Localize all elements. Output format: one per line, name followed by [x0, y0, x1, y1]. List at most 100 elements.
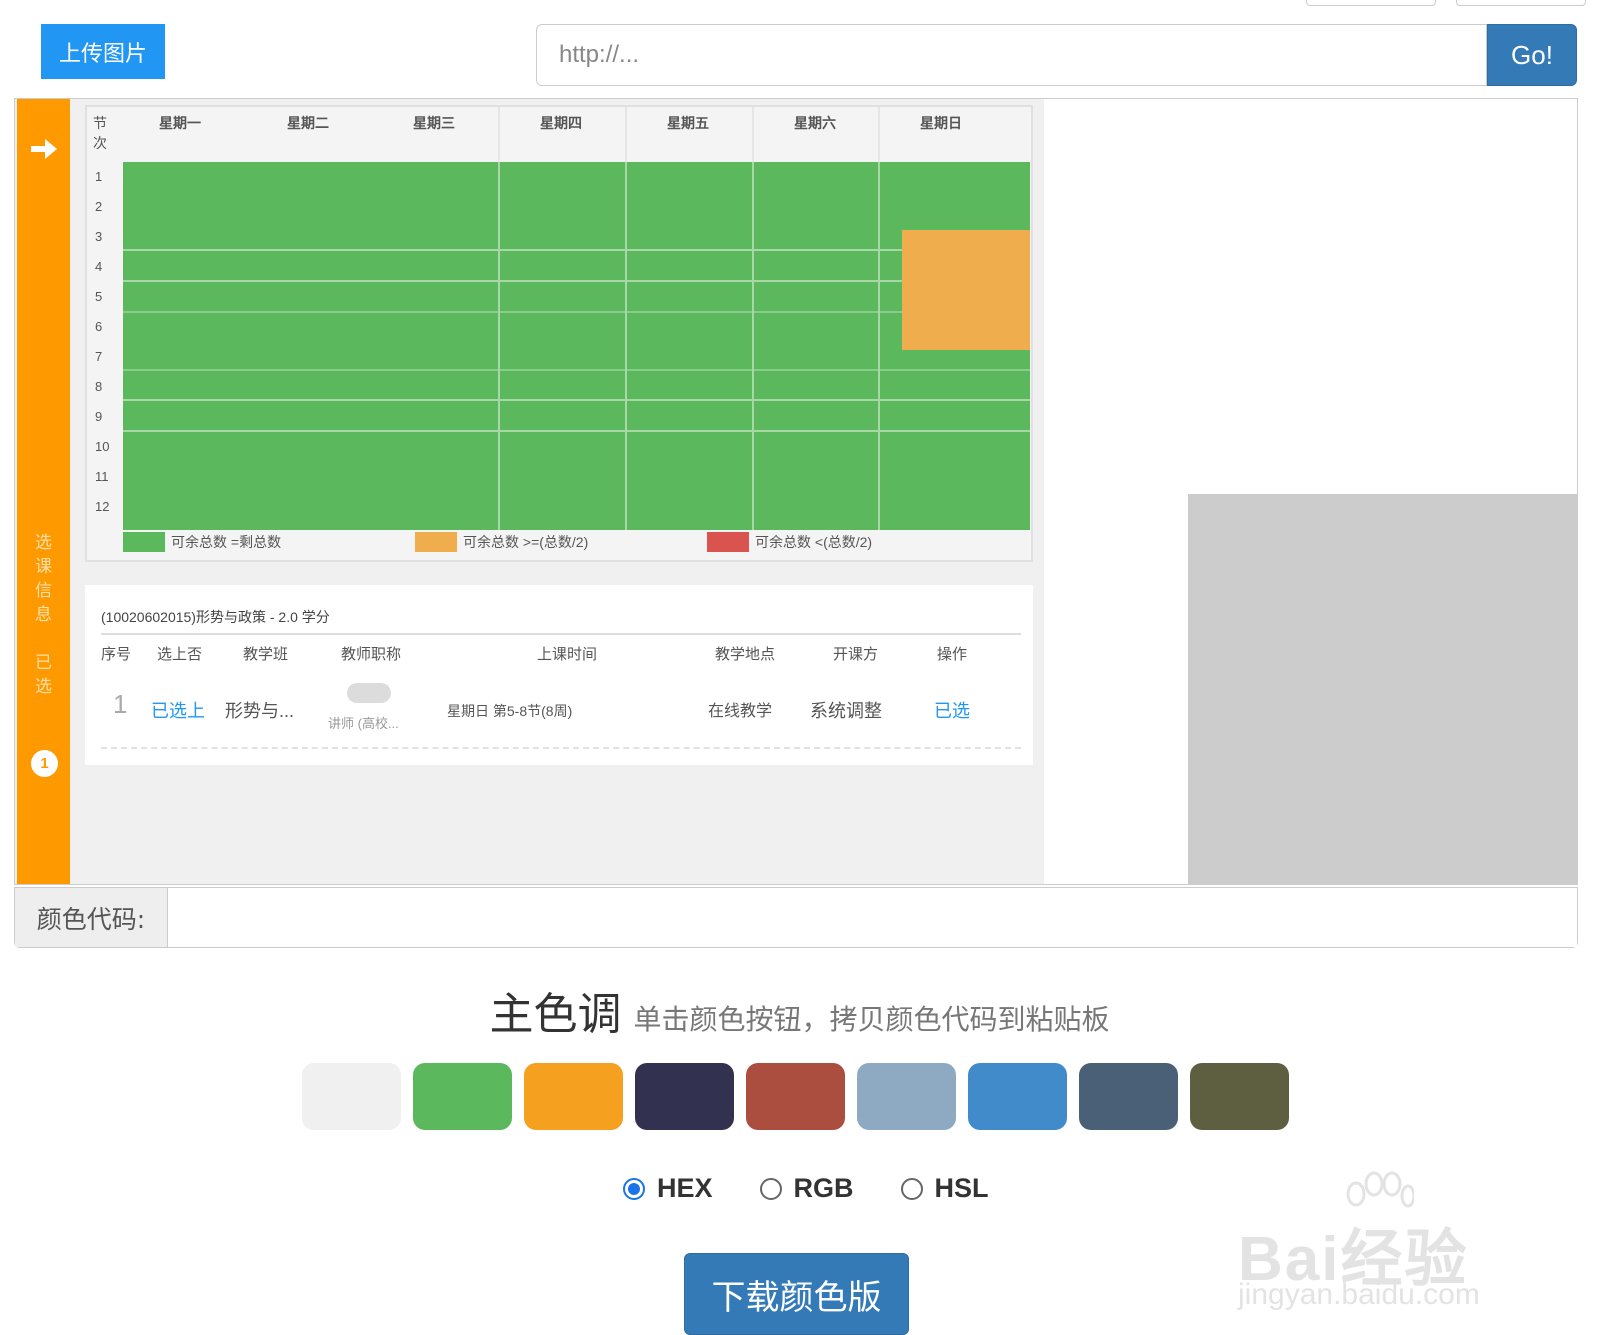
uploaded-image[interactable]: 选课信息 已选 1 节次星期一 星期二 星期三 星期四 星期五 星期六 星期日 1 2 3 4 5 6 7… — [15, 99, 1044, 884]
color-preview — [1188, 494, 1577, 884]
heading-main: 主色调 — [489, 989, 622, 1040]
partial-availability-cell — [902, 230, 1030, 350]
legend-swatch — [415, 532, 457, 552]
row-teacher-title: 讲师 (高校... — [328, 716, 399, 731]
download-palette-button[interactable]: 下载颜色版 — [684, 1253, 909, 1335]
go-button[interactable]: Go! — [1487, 24, 1577, 86]
color-code-label: 颜色代码: — [15, 888, 168, 947]
palette-heading: 主色调 单击颜色按钮，拷贝颜色代码到粘贴板 — [0, 978, 1599, 1042]
legend-swatch — [707, 532, 749, 552]
legend-label: 可余总数 <(总数/2) — [755, 534, 873, 550]
period-number: 5 — [95, 289, 103, 304]
format-label: RGB — [793, 1173, 854, 1203]
detail-column-header: 教师职称 — [341, 646, 402, 663]
grid-line — [123, 280, 1030, 282]
timetable-day-header: 星期一 — [159, 115, 201, 131]
detail-column-header: 开课方 — [833, 646, 879, 663]
image-preview-panel: 选课信息 已选 1 节次星期一 星期二 星期三 星期四 星期五 星期六 星期日 1 2 3 4 5 6 7… — [14, 98, 1578, 885]
grid-line — [625, 162, 627, 530]
row-separator — [101, 747, 1021, 749]
color-swatch-button[interactable] — [968, 1063, 1067, 1130]
timetable-day-header: 星期五 — [667, 115, 709, 131]
timetable-day-header: 星期三 — [413, 115, 455, 131]
format-option-hsl[interactable]: HSL — [900, 1173, 989, 1204]
radio-button[interactable] — [623, 1177, 645, 1200]
color-code-group: 颜色代码: — [14, 887, 1578, 948]
detail-column-header: 上课时间 — [537, 646, 598, 663]
timetable-header-divider — [878, 107, 880, 162]
arrow-right-icon — [31, 139, 57, 159]
format-radio-group: HEX RGB HSL — [623, 1173, 989, 1204]
row-dept: 系统调整 — [810, 701, 882, 721]
period-number: 1 — [95, 169, 103, 184]
detail-column-header: 选上否 — [157, 646, 203, 663]
row-place: 在线教学 — [708, 703, 773, 720]
sidebar-label-selected: 已选 — [35, 653, 52, 697]
period-number: 8 — [95, 379, 103, 394]
detail-column-header: 教学地点 — [715, 646, 776, 663]
grid-line — [498, 162, 500, 530]
watermark-sub: jingyan.baidu.com — [1238, 1278, 1480, 1311]
heading-sub: 单击颜色按钮，拷贝颜色代码到粘贴板 — [633, 1003, 1110, 1036]
sidebar-strip: 选课信息 已选 1 — [17, 99, 70, 884]
legend-swatch — [123, 532, 165, 552]
period-number: 2 — [95, 199, 103, 214]
grid-line — [123, 311, 1030, 313]
format-label: HSL — [934, 1173, 989, 1203]
sidebar-label-course-info: 选课信息 — [35, 533, 52, 625]
period-number: 9 — [95, 409, 103, 424]
upload-image-button[interactable]: 上传图片 — [41, 24, 165, 79]
grid-line — [123, 249, 1030, 251]
timetable-corner: 节次 — [93, 115, 107, 151]
grid-line — [878, 162, 880, 530]
count-badge: 1 — [31, 750, 58, 777]
timetable-day-header: 星期四 — [540, 115, 582, 131]
grid-line — [123, 369, 1030, 371]
period-number: 10 — [95, 439, 110, 454]
url-input[interactable] — [536, 24, 1487, 86]
course-title: (10020602015)形势与政策 - 2.0 学分 — [101, 609, 330, 625]
color-code-field[interactable] — [168, 888, 1577, 947]
divider — [101, 633, 1021, 635]
period-number: 12 — [95, 499, 110, 514]
timetable-day-header: 星期日 — [920, 115, 962, 131]
row-action-link[interactable]: 已选 — [934, 697, 970, 723]
legend-label: 可余总数 >=(总数/2) — [463, 534, 589, 550]
format-option-rgb[interactable]: RGB — [759, 1173, 854, 1204]
blurred-teacher-name — [347, 683, 391, 703]
course-detail-card: (10020602015)形势与政策 - 2.0 学分 序号 选上否 教学班 教师职称… — [85, 585, 1033, 765]
color-swatch-button[interactable] — [302, 1063, 401, 1130]
detail-column-header: 序号 — [101, 646, 132, 663]
color-swatch-button[interactable] — [746, 1063, 845, 1130]
top-button-2[interactable] — [1456, 0, 1586, 6]
row-class: 形势与... — [225, 701, 295, 721]
timetable-day-header: 星期二 — [287, 115, 329, 131]
timetable-header-divider — [498, 107, 500, 162]
format-option-hex[interactable]: HEX — [623, 1173, 713, 1204]
color-swatch-button[interactable] — [1079, 1063, 1178, 1130]
timetable-grid — [123, 162, 1030, 530]
period-number: 3 — [95, 229, 103, 244]
row-selected-link[interactable]: 已选上 — [151, 697, 205, 723]
top-button-1[interactable] — [1306, 0, 1436, 6]
radio-button[interactable] — [759, 1177, 782, 1200]
color-swatch-button[interactable] — [413, 1063, 512, 1130]
grid-line — [123, 430, 1030, 432]
format-label: HEX — [657, 1173, 713, 1203]
grid-line — [123, 399, 1030, 401]
color-palette — [302, 1063, 1289, 1130]
period-number: 6 — [95, 319, 103, 334]
timetable-day-header: 星期六 — [794, 115, 836, 131]
baidu-watermark: Bai经验 jingyan.baidu.com — [1238, 1170, 1538, 1320]
grid-line — [752, 162, 754, 530]
color-swatch-button[interactable] — [635, 1063, 734, 1130]
color-swatch-button[interactable] — [524, 1063, 623, 1130]
timetable-header-divider — [752, 107, 754, 162]
radio-button[interactable] — [900, 1177, 923, 1200]
period-number: 4 — [95, 259, 103, 274]
legend-label: 可余总数 =剩总数 — [171, 534, 282, 550]
detail-column-header: 操作 — [937, 646, 968, 663]
color-swatch-button[interactable] — [1190, 1063, 1289, 1130]
period-number: 11 — [95, 469, 109, 484]
color-swatch-button[interactable] — [857, 1063, 956, 1130]
